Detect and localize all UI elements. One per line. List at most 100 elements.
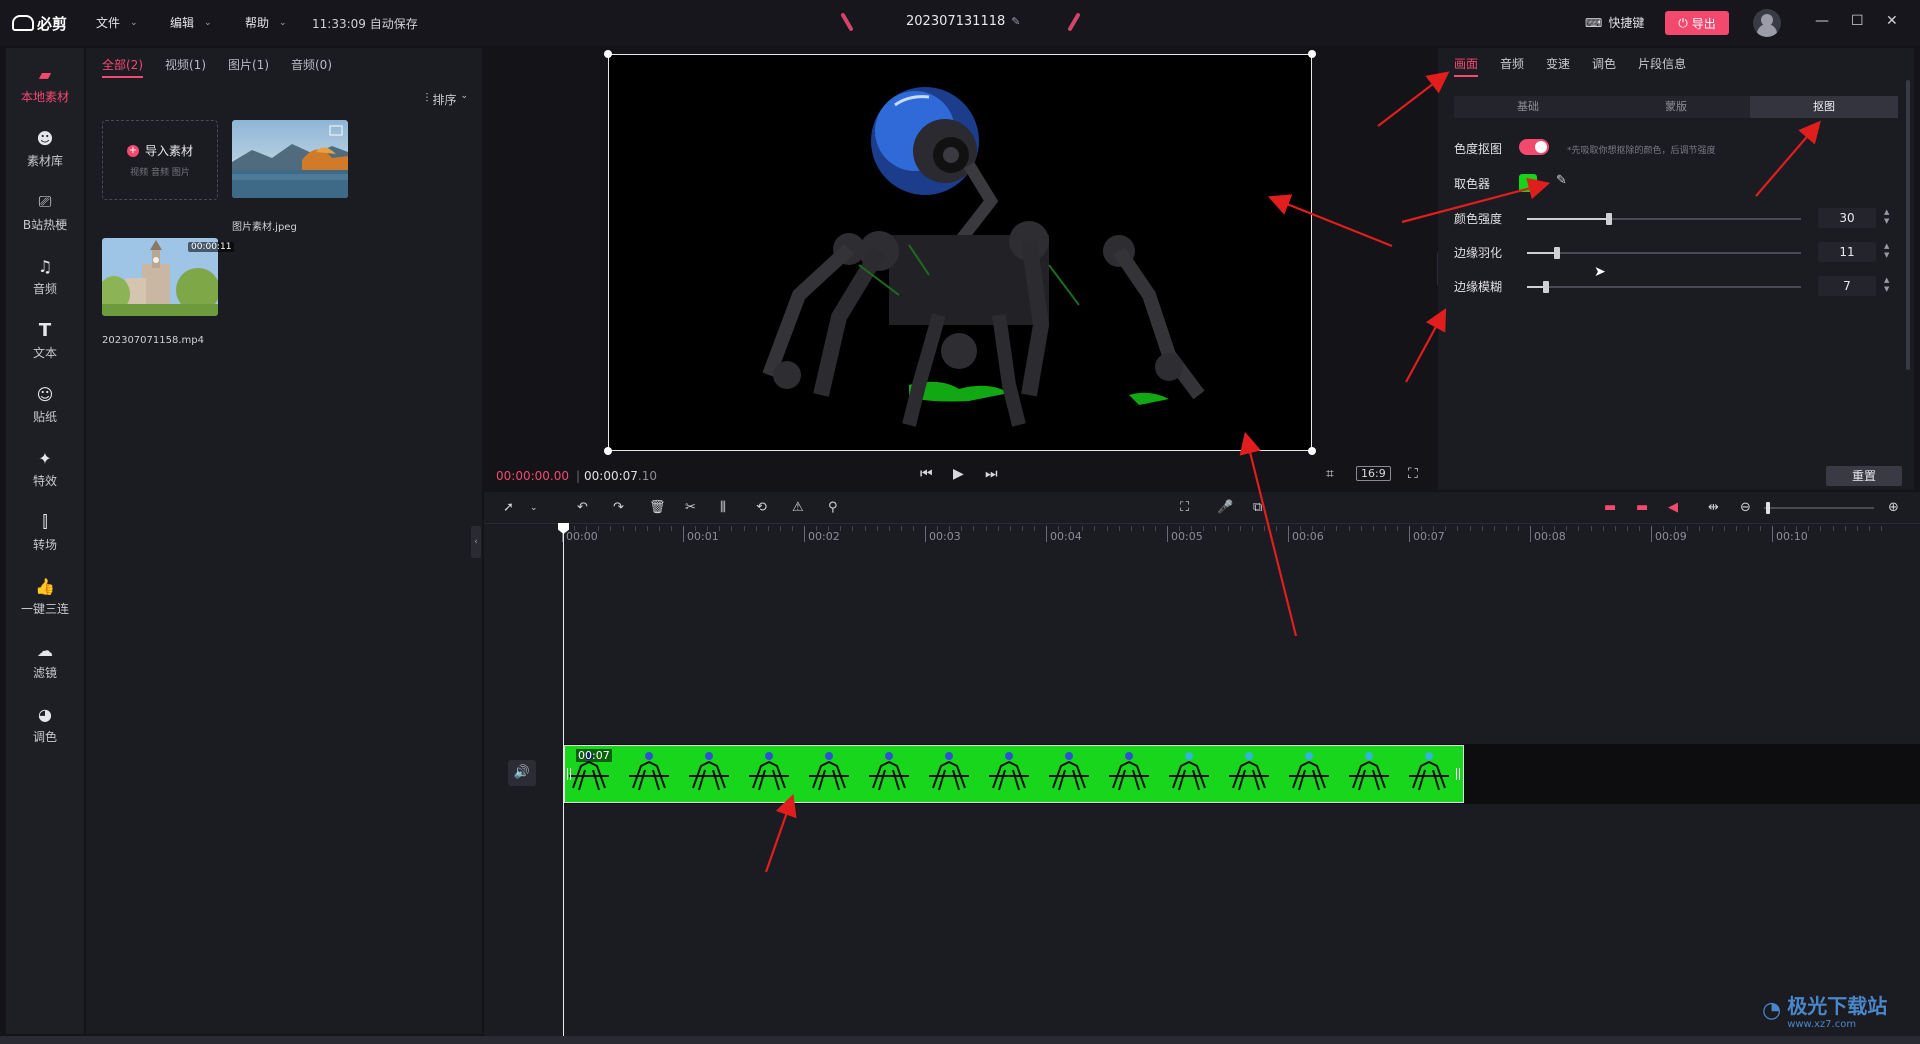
resize-handle[interactable] bbox=[1308, 50, 1316, 58]
subtab-basic[interactable]: 基础 bbox=[1454, 96, 1602, 118]
maximize-icon[interactable]: ☐ bbox=[1851, 13, 1864, 29]
split-view-icon[interactable]: ⇹ bbox=[1708, 500, 1719, 515]
ruler-minor-tick bbox=[1203, 526, 1205, 531]
props-scrollbar[interactable] bbox=[1906, 80, 1910, 370]
nav-library[interactable]: ☻ 素材库 bbox=[6, 120, 84, 178]
export-button[interactable]: ⏻ 导出 bbox=[1665, 11, 1729, 35]
fullscreen-icon[interactable]: ⛶ bbox=[1408, 466, 1418, 482]
minimize-icon[interactable]: — bbox=[1815, 13, 1829, 29]
delete-icon[interactable]: 🗑 bbox=[649, 500, 666, 515]
media-tab-image[interactable]: 图片(1) bbox=[228, 56, 269, 78]
stepper-icon[interactable]: ▲ ▼ bbox=[1884, 276, 1894, 294]
resize-handle[interactable] bbox=[1308, 447, 1316, 455]
nav-sticker[interactable]: ☺ 贴纸 bbox=[6, 376, 84, 434]
import-media-button[interactable]: + 导入素材 视频 音频 图片 bbox=[102, 120, 218, 200]
reverse-icon[interactable]: ⟲ bbox=[756, 500, 767, 515]
preview-canvas[interactable] bbox=[608, 54, 1312, 451]
edge-feather-value[interactable]: 11 bbox=[1818, 242, 1876, 262]
nav-effects[interactable]: ✦ 特效 bbox=[6, 440, 84, 498]
picked-color-swatch[interactable] bbox=[1519, 174, 1537, 192]
tab-color[interactable]: 调色 bbox=[1592, 55, 1616, 77]
track-volume-icon[interactable]: 🔊 bbox=[508, 760, 536, 786]
nav-audio[interactable]: ♫ 音频 bbox=[6, 248, 84, 306]
bottom-scrollbar[interactable] bbox=[0, 1036, 1920, 1044]
zoom-slider-knob[interactable] bbox=[1766, 502, 1770, 514]
resize-handle[interactable] bbox=[604, 50, 612, 58]
text-icon: T bbox=[38, 319, 52, 341]
eyedropper-icon[interactable]: ✎ bbox=[1556, 173, 1567, 188]
crop-icon[interactable]: ⌗ bbox=[1326, 466, 1334, 482]
media-tab-video[interactable]: 视频(1) bbox=[165, 56, 206, 78]
edit-name-icon[interactable]: ✎ bbox=[1011, 15, 1020, 28]
microphone-icon[interactable]: 🎤 bbox=[1217, 500, 1233, 515]
close-icon[interactable]: ✕ bbox=[1886, 13, 1898, 29]
chroma-key-toggle[interactable] bbox=[1519, 139, 1549, 155]
prev-frame-icon[interactable]: ⏮ bbox=[920, 466, 933, 482]
video-clip[interactable] bbox=[564, 745, 1464, 803]
zoom-in-icon[interactable]: ⊕ bbox=[1888, 500, 1899, 515]
stepper-icon[interactable]: ▲ ▼ bbox=[1884, 208, 1894, 226]
color-strength-slider[interactable] bbox=[1527, 213, 1801, 225]
media-tab-all[interactable]: 全部(2) bbox=[102, 56, 143, 78]
mirror-icon[interactable]: ⚠ bbox=[792, 500, 804, 515]
timeline-ruler[interactable]: 00:00 00:01 00:02 00:03 00:04 00:05 00:06 00:07… bbox=[562, 526, 1920, 548]
edge-feather-slider[interactable] bbox=[1527, 247, 1801, 259]
aspect-ratio-button[interactable]: 16:9 bbox=[1356, 466, 1391, 481]
sort-button[interactable]: ⫶ 排序 ⌄ bbox=[425, 91, 468, 108]
subtab-cutout[interactable]: 抠图 bbox=[1750, 96, 1898, 118]
ruler-label: 00:02 bbox=[808, 530, 840, 543]
edge-blur-value[interactable]: 7 bbox=[1818, 276, 1876, 296]
media-thumb-image[interactable] bbox=[232, 120, 348, 198]
menu-file[interactable]: 文件 ⌄ bbox=[96, 14, 138, 31]
tab-audio[interactable]: 音频 bbox=[1500, 55, 1524, 77]
chevron-down-icon: ⌄ bbox=[130, 17, 138, 28]
nav-bilibili-memes[interactable]: ⎚ B站热梗 bbox=[6, 184, 84, 242]
ruler-minor-tick bbox=[1300, 526, 1302, 531]
media-tab-audio[interactable]: 音频(0) bbox=[291, 56, 332, 78]
nav-transition[interactable]: ⫿ 转场 bbox=[6, 504, 84, 562]
color-strength-value[interactable]: 30 bbox=[1818, 208, 1876, 228]
ruler-minor-tick bbox=[1590, 526, 1592, 531]
pin-icon[interactable]: ⚲ bbox=[828, 500, 838, 515]
edge-blur-slider[interactable] bbox=[1527, 281, 1801, 293]
media-tabs: 全部(2) 视频(1) 图片(1) 音频(0) bbox=[102, 56, 332, 78]
nav-color-grade[interactable]: ◕ 调色 bbox=[6, 696, 84, 754]
clip-trim-handle-left[interactable] bbox=[567, 768, 571, 780]
tab-speed[interactable]: 变速 bbox=[1546, 55, 1570, 77]
stepper-icon[interactable]: ▲ ▼ bbox=[1884, 242, 1894, 260]
zoom-out-icon[interactable]: ⊖ bbox=[1740, 500, 1751, 515]
snap-icon[interactable]: ▬ bbox=[1604, 500, 1616, 515]
shortcut-button[interactable]: ⌨ 快捷键 bbox=[1585, 14, 1644, 31]
next-frame-icon[interactable]: ⏭ bbox=[985, 466, 998, 482]
ruler-minor-tick bbox=[961, 526, 963, 531]
collapse-media-panel[interactable]: ‹ bbox=[471, 526, 481, 558]
resize-handle[interactable] bbox=[604, 447, 612, 455]
undo-icon[interactable]: ↶ bbox=[577, 500, 588, 515]
record-icon[interactable]: ⧉ bbox=[1253, 500, 1262, 515]
video-duration-badge: 00:00:11 bbox=[188, 242, 235, 252]
menu-edit[interactable]: 编辑 ⌄ bbox=[170, 14, 212, 31]
audio-mute-icon[interactable]: ◀ bbox=[1668, 500, 1678, 515]
avatar[interactable] bbox=[1753, 9, 1781, 37]
fit-screen-icon[interactable]: ⛶ bbox=[1180, 500, 1189, 515]
select-tool-icon[interactable]: ➚ bbox=[503, 500, 514, 515]
nav-local-media[interactable]: ▰ 本地素材 bbox=[6, 56, 84, 114]
split-icon[interactable]: ✂ bbox=[685, 500, 696, 515]
nav-filter[interactable]: ☁ 滤镜 bbox=[6, 632, 84, 690]
play-icon[interactable]: ▶ bbox=[953, 466, 964, 482]
menu-help[interactable]: 帮助 ⌄ bbox=[245, 14, 287, 31]
project-name[interactable]: 202307131118 ✎ bbox=[906, 14, 1020, 29]
redo-icon[interactable]: ↷ bbox=[613, 500, 624, 515]
tab-picture[interactable]: 画面 bbox=[1454, 55, 1479, 77]
reset-button[interactable]: 重置 bbox=[1826, 466, 1902, 486]
nav-triple-like[interactable]: 👍 一键三连 bbox=[6, 568, 84, 626]
subtab-mask[interactable]: 蒙版 bbox=[1602, 96, 1750, 118]
clip-trim-handle-right[interactable] bbox=[1456, 768, 1460, 780]
chevron-down-icon[interactable]: ⌄ bbox=[530, 503, 538, 513]
ruler-minor-tick bbox=[1009, 526, 1011, 531]
zoom-slider[interactable] bbox=[1764, 507, 1874, 509]
nav-text[interactable]: T 文本 bbox=[6, 312, 84, 370]
freeze-frame-icon[interactable]: ⫼ bbox=[720, 500, 726, 515]
link-icon[interactable]: ▬ bbox=[1636, 500, 1648, 515]
tab-clip-info[interactable]: 片段信息 bbox=[1638, 55, 1686, 77]
